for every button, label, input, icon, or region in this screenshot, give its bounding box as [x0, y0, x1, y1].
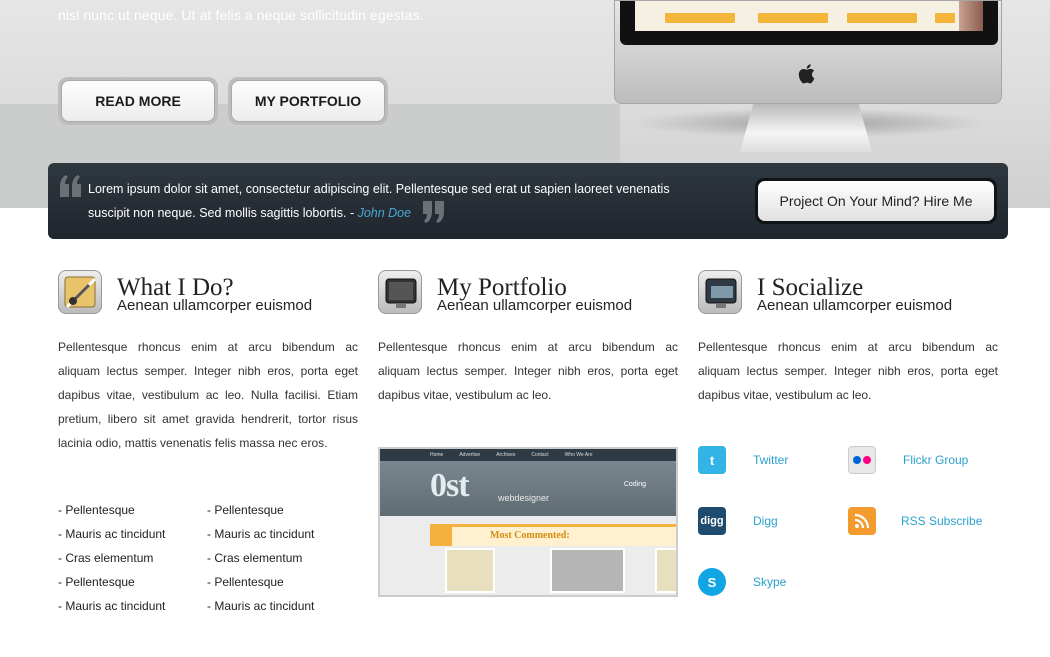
- money-icon: [698, 270, 742, 314]
- nav-item: Archives: [496, 452, 516, 458]
- list-item: - Cras elementum: [207, 551, 303, 565]
- monitor-icon: [378, 270, 422, 314]
- list-item: - Mauris ac tincidunt: [58, 599, 166, 613]
- list-item: - Pellentesque: [58, 575, 135, 589]
- twitter-link[interactable]: Twitter: [753, 453, 788, 467]
- apple-logo-icon: [798, 64, 815, 84]
- flickr-icon: [848, 446, 876, 474]
- skype-icon: S: [698, 568, 726, 596]
- monitor-screen: [635, 1, 983, 31]
- screen-bar: [665, 13, 735, 23]
- hire-me-label: Project On Your Mind? Hire Me: [758, 181, 994, 221]
- social-digg[interactable]: digg Digg: [698, 507, 778, 535]
- screen-bar: [935, 13, 955, 23]
- hire-me-button[interactable]: Project On Your Mind? Hire Me: [755, 178, 997, 224]
- twitter-icon: t: [698, 446, 726, 474]
- column-subtitle: Aenean ullamcorper euismod: [117, 297, 313, 314]
- monitor-illustration: [614, 0, 1002, 104]
- portfolio-screenshot-header: 0st webdesigner Coding: [380, 461, 676, 516]
- list-item: - Pellentesque: [58, 503, 135, 517]
- portfolio-logo-sub: webdesigner: [498, 493, 550, 503]
- column-body: Pellentesque rhoncus enim at arcu bibend…: [378, 340, 678, 402]
- testimonial-line-1: Lorem ipsum dolor sit amet, consectetur …: [88, 182, 670, 196]
- portfolio-screenshot-nav: Home Advertise Archives Contact Who We A…: [380, 449, 676, 461]
- portfolio-thumb: [655, 548, 676, 593]
- nav-item: Advertise: [459, 452, 481, 458]
- list-item: - Mauris ac tincidunt: [207, 599, 315, 613]
- tools-icon: [58, 270, 102, 314]
- portfolio-screenshot-body: Most Commented:: [380, 516, 676, 595]
- column-body: Pellentesque rhoncus enim at arcu bibend…: [58, 340, 358, 450]
- screen-thumbnail: [959, 1, 983, 31]
- most-commented-bar: Most Commented:: [430, 524, 676, 546]
- portfolio-thumb: [550, 548, 625, 593]
- comment-icon: [430, 527, 452, 546]
- portfolio-logo: 0st: [430, 467, 470, 504]
- feature-list: - Pellentesque - Mauris ac tincidunt - C…: [207, 498, 314, 618]
- rss-icon: [848, 507, 876, 535]
- portfolio-thumb: [445, 548, 495, 593]
- column-subtitle: Aenean ullamcorper euismod: [757, 297, 953, 314]
- nav-item: Contact: [531, 452, 549, 458]
- social-flickr[interactable]: Flickr Group: [848, 446, 968, 474]
- rss-link[interactable]: RSS Subscribe: [901, 514, 982, 528]
- social-skype[interactable]: S Skype: [698, 568, 786, 596]
- digg-link[interactable]: Digg: [753, 514, 778, 528]
- monitor-stand: [740, 104, 872, 152]
- screen-bar: [847, 13, 917, 23]
- nav-item: Who We Are: [564, 452, 593, 458]
- flickr-link[interactable]: Flickr Group: [903, 453, 968, 467]
- list-item: - Mauris ac tincidunt: [207, 527, 315, 541]
- my-portfolio-label: MY PORTFOLIO: [231, 80, 385, 122]
- feature-list: - Pellentesque - Mauris ac tincidunt - C…: [58, 498, 165, 618]
- read-more-button[interactable]: READ MORE: [58, 77, 218, 125]
- hero-text: nisl nunc ut neque. Ut at felis a neque …: [58, 7, 424, 23]
- read-more-label: READ MORE: [61, 80, 215, 122]
- portfolio-coding-label: Coding: [623, 481, 646, 488]
- social-rss[interactable]: RSS Subscribe: [848, 507, 982, 535]
- skype-link[interactable]: Skype: [753, 575, 786, 589]
- list-item: - Pellentesque: [207, 503, 284, 517]
- testimonial-bar: Lorem ipsum dolor sit amet, consectetur …: [48, 163, 1008, 239]
- testimonial-author: John Doe: [357, 206, 412, 220]
- list-item: - Cras elementum: [58, 551, 154, 565]
- open-quote-icon: [60, 175, 81, 197]
- screen-bar: [758, 13, 828, 23]
- testimonial-line-2: suscipit non neque. Sed mollis sagittis …: [88, 206, 358, 220]
- close-quote-icon: [423, 201, 444, 223]
- monitor-screen-frame: [620, 1, 998, 45]
- digg-icon: digg: [698, 507, 726, 535]
- column-body: Pellentesque rhoncus enim at arcu bibend…: [698, 340, 998, 402]
- social-twitter[interactable]: t Twitter: [698, 446, 788, 474]
- list-item: - Pellentesque: [207, 575, 284, 589]
- most-commented-label: Most Commented:: [490, 530, 570, 541]
- my-portfolio-button[interactable]: MY PORTFOLIO: [228, 77, 388, 125]
- portfolio-screenshot[interactable]: Home Advertise Archives Contact Who We A…: [378, 447, 678, 597]
- nav-item: Home: [430, 452, 444, 458]
- testimonial-text: Lorem ipsum dolor sit amet, consectetur …: [88, 177, 688, 225]
- column-subtitle: Aenean ullamcorper euismod: [437, 297, 633, 314]
- list-item: - Mauris ac tincidunt: [58, 527, 166, 541]
